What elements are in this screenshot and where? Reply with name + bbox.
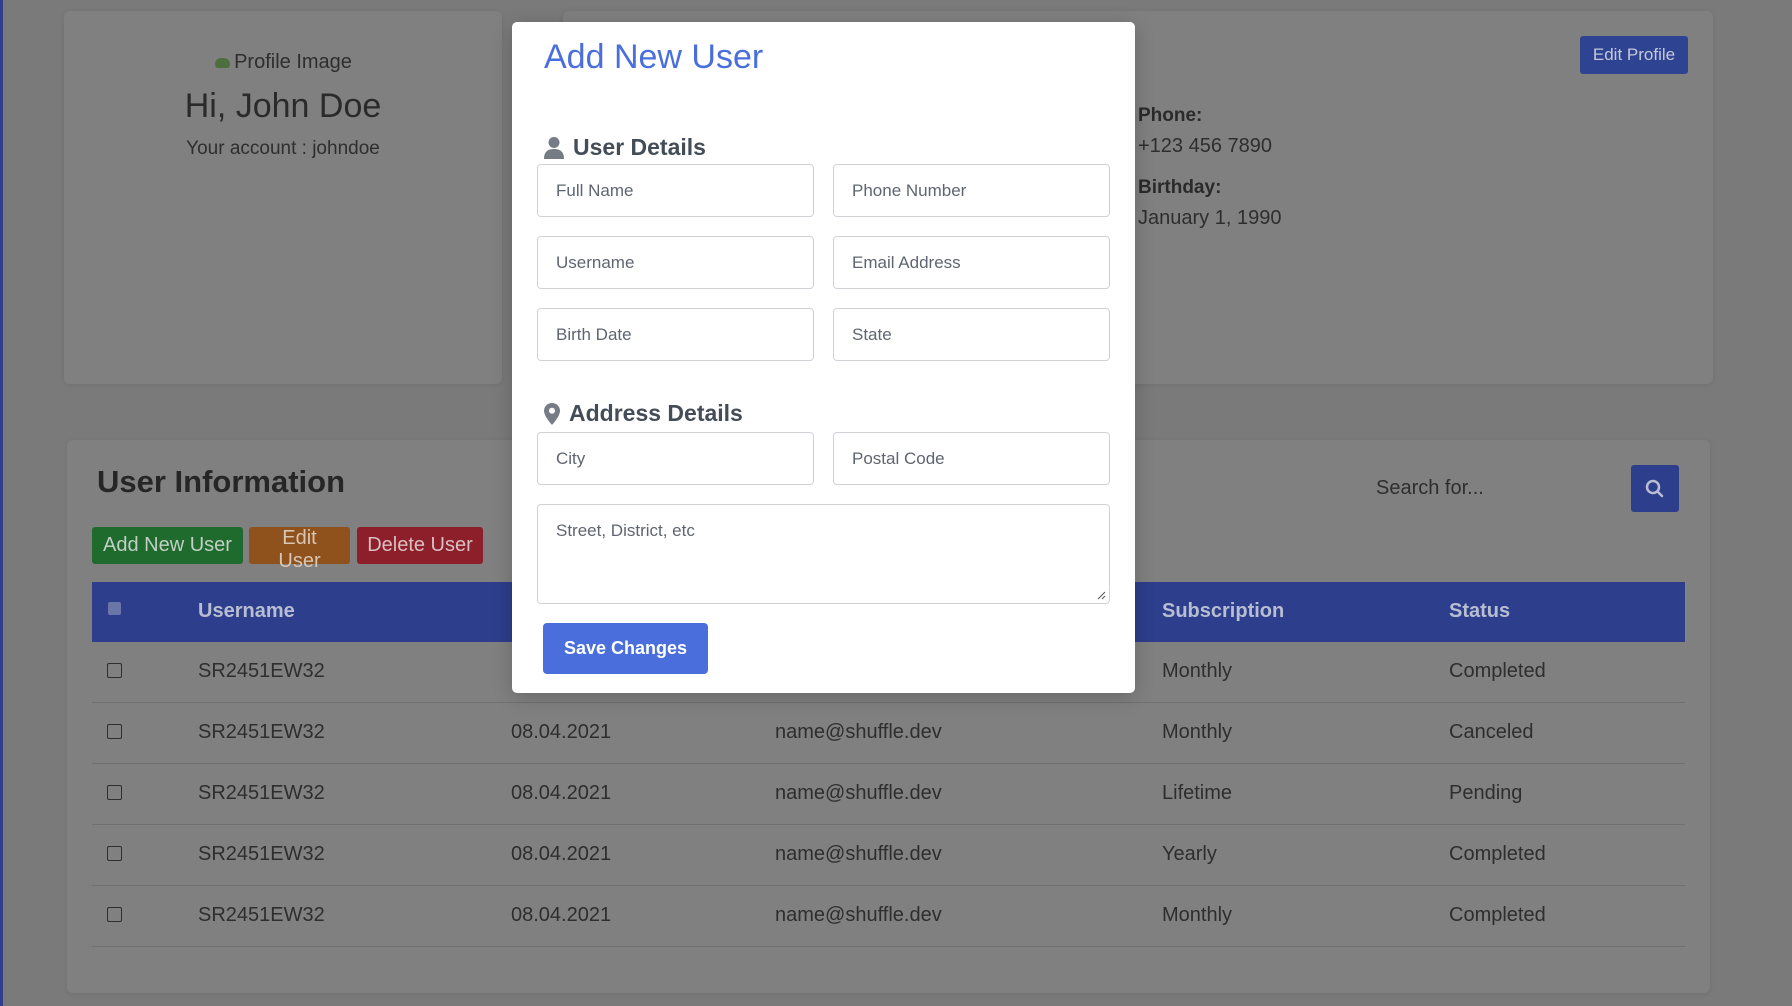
cell-email: name@shuffle.dev: [775, 782, 942, 804]
cell-subscription: Monthly: [1162, 721, 1233, 743]
select-all-checkbox[interactable]: [108, 602, 121, 615]
cell-date: 08.04.2021: [511, 721, 612, 743]
cell-username: SR2451EW32: [198, 904, 325, 926]
cell-username: SR2451EW32: [198, 660, 325, 682]
user-details-heading: User Details: [543, 134, 706, 161]
search-button[interactable]: [1631, 465, 1679, 512]
profile-greeting: Hi, John Doe: [184, 86, 382, 125]
profile-account: Your account : johndoe: [186, 137, 380, 159]
cell-username: SR2451EW32: [198, 843, 325, 865]
add-user-modal: Add New User User Details Address Detail…: [512, 22, 1135, 693]
street-textarea[interactable]: [537, 504, 1110, 604]
cell-status: Pending: [1449, 782, 1523, 804]
birthday-label: Birthday:: [1138, 177, 1222, 198]
table-row[interactable]: SR2451EW32 08.04.2021 name@shuffle.dev Life…: [92, 764, 1685, 825]
cell-username: SR2451EW32: [198, 782, 325, 804]
save-changes-button[interactable]: Save Changes: [543, 623, 708, 674]
search-icon: [1645, 479, 1664, 498]
cell-date: 08.04.2021: [511, 782, 612, 804]
user-icon: [544, 136, 564, 159]
row-checkbox[interactable]: [107, 846, 122, 861]
cell-status: Completed: [1449, 660, 1546, 682]
user-information-title: User Information: [97, 464, 346, 499]
table-row[interactable]: SR2451EW32 08.04.2021 name@shuffle.dev Mont…: [92, 886, 1685, 947]
cell-subscription: Lifetime: [1162, 782, 1233, 804]
birthday-value: January 1, 1990: [1138, 207, 1282, 229]
phone-label: Phone:: [1138, 105, 1203, 126]
full-name-input[interactable]: [537, 164, 814, 217]
profile-image: Profile Image: [214, 51, 352, 74]
cell-username: SR2451EW32: [198, 721, 325, 743]
edit-profile-button[interactable]: Edit Profile: [1580, 36, 1688, 74]
modal-title: Add New User: [544, 38, 764, 76]
email-input[interactable]: [833, 236, 1110, 289]
column-subscription[interactable]: Subscription: [1162, 600, 1284, 623]
phone-value: +123 456 7890: [1138, 135, 1273, 157]
delete-user-button[interactable]: Delete User: [357, 527, 483, 564]
edit-user-button[interactable]: Edit User: [249, 527, 350, 572]
cell-status: Completed: [1449, 843, 1546, 865]
column-username[interactable]: Username: [198, 600, 295, 623]
row-checkbox[interactable]: [107, 724, 122, 739]
cell-subscription: Monthly: [1162, 904, 1233, 926]
cell-subscription: Yearly: [1162, 843, 1217, 865]
profile-image-alt: Profile Image: [234, 51, 352, 73]
birth-date-input[interactable]: [537, 308, 814, 361]
cell-subscription: Monthly: [1162, 660, 1233, 682]
cell-date: 08.04.2021: [511, 904, 612, 926]
table-row[interactable]: SR2451EW32 08.04.2021 name@shuffle.dev Mont…: [92, 703, 1685, 764]
state-input[interactable]: [833, 308, 1110, 361]
cell-date: 08.04.2021: [511, 843, 612, 865]
table-row[interactable]: SR2451EW32 08.04.2021 name@shuffle.dev Year…: [92, 825, 1685, 886]
city-input[interactable]: [537, 432, 814, 485]
user-details-label: User Details: [573, 134, 706, 160]
profile-card: Profile Image Hi, John Doe Your account …: [64, 11, 502, 384]
left-edge-bar: [0, 0, 3, 1006]
cell-email: name@shuffle.dev: [775, 721, 942, 743]
search-input[interactable]: [1356, 465, 1630, 512]
row-checkbox[interactable]: [107, 907, 122, 922]
map-pin-icon: [544, 402, 560, 425]
cell-status: Completed: [1449, 904, 1546, 926]
column-status[interactable]: Status: [1449, 600, 1510, 623]
cell-status: Canceled: [1449, 721, 1534, 743]
phone-number-input[interactable]: [833, 164, 1110, 217]
cell-email: name@shuffle.dev: [775, 843, 942, 865]
username-input[interactable]: [537, 236, 814, 289]
postal-code-input[interactable]: [833, 432, 1110, 485]
broken-image-icon: [214, 56, 232, 70]
resize-grip-icon[interactable]: [1096, 590, 1106, 600]
row-checkbox[interactable]: [107, 785, 122, 800]
cell-email: name@shuffle.dev: [775, 904, 942, 926]
address-details-heading: Address Details: [543, 400, 743, 427]
add-new-user-button[interactable]: Add New User: [92, 527, 243, 564]
address-details-label: Address Details: [569, 400, 743, 426]
row-checkbox[interactable]: [107, 663, 122, 678]
